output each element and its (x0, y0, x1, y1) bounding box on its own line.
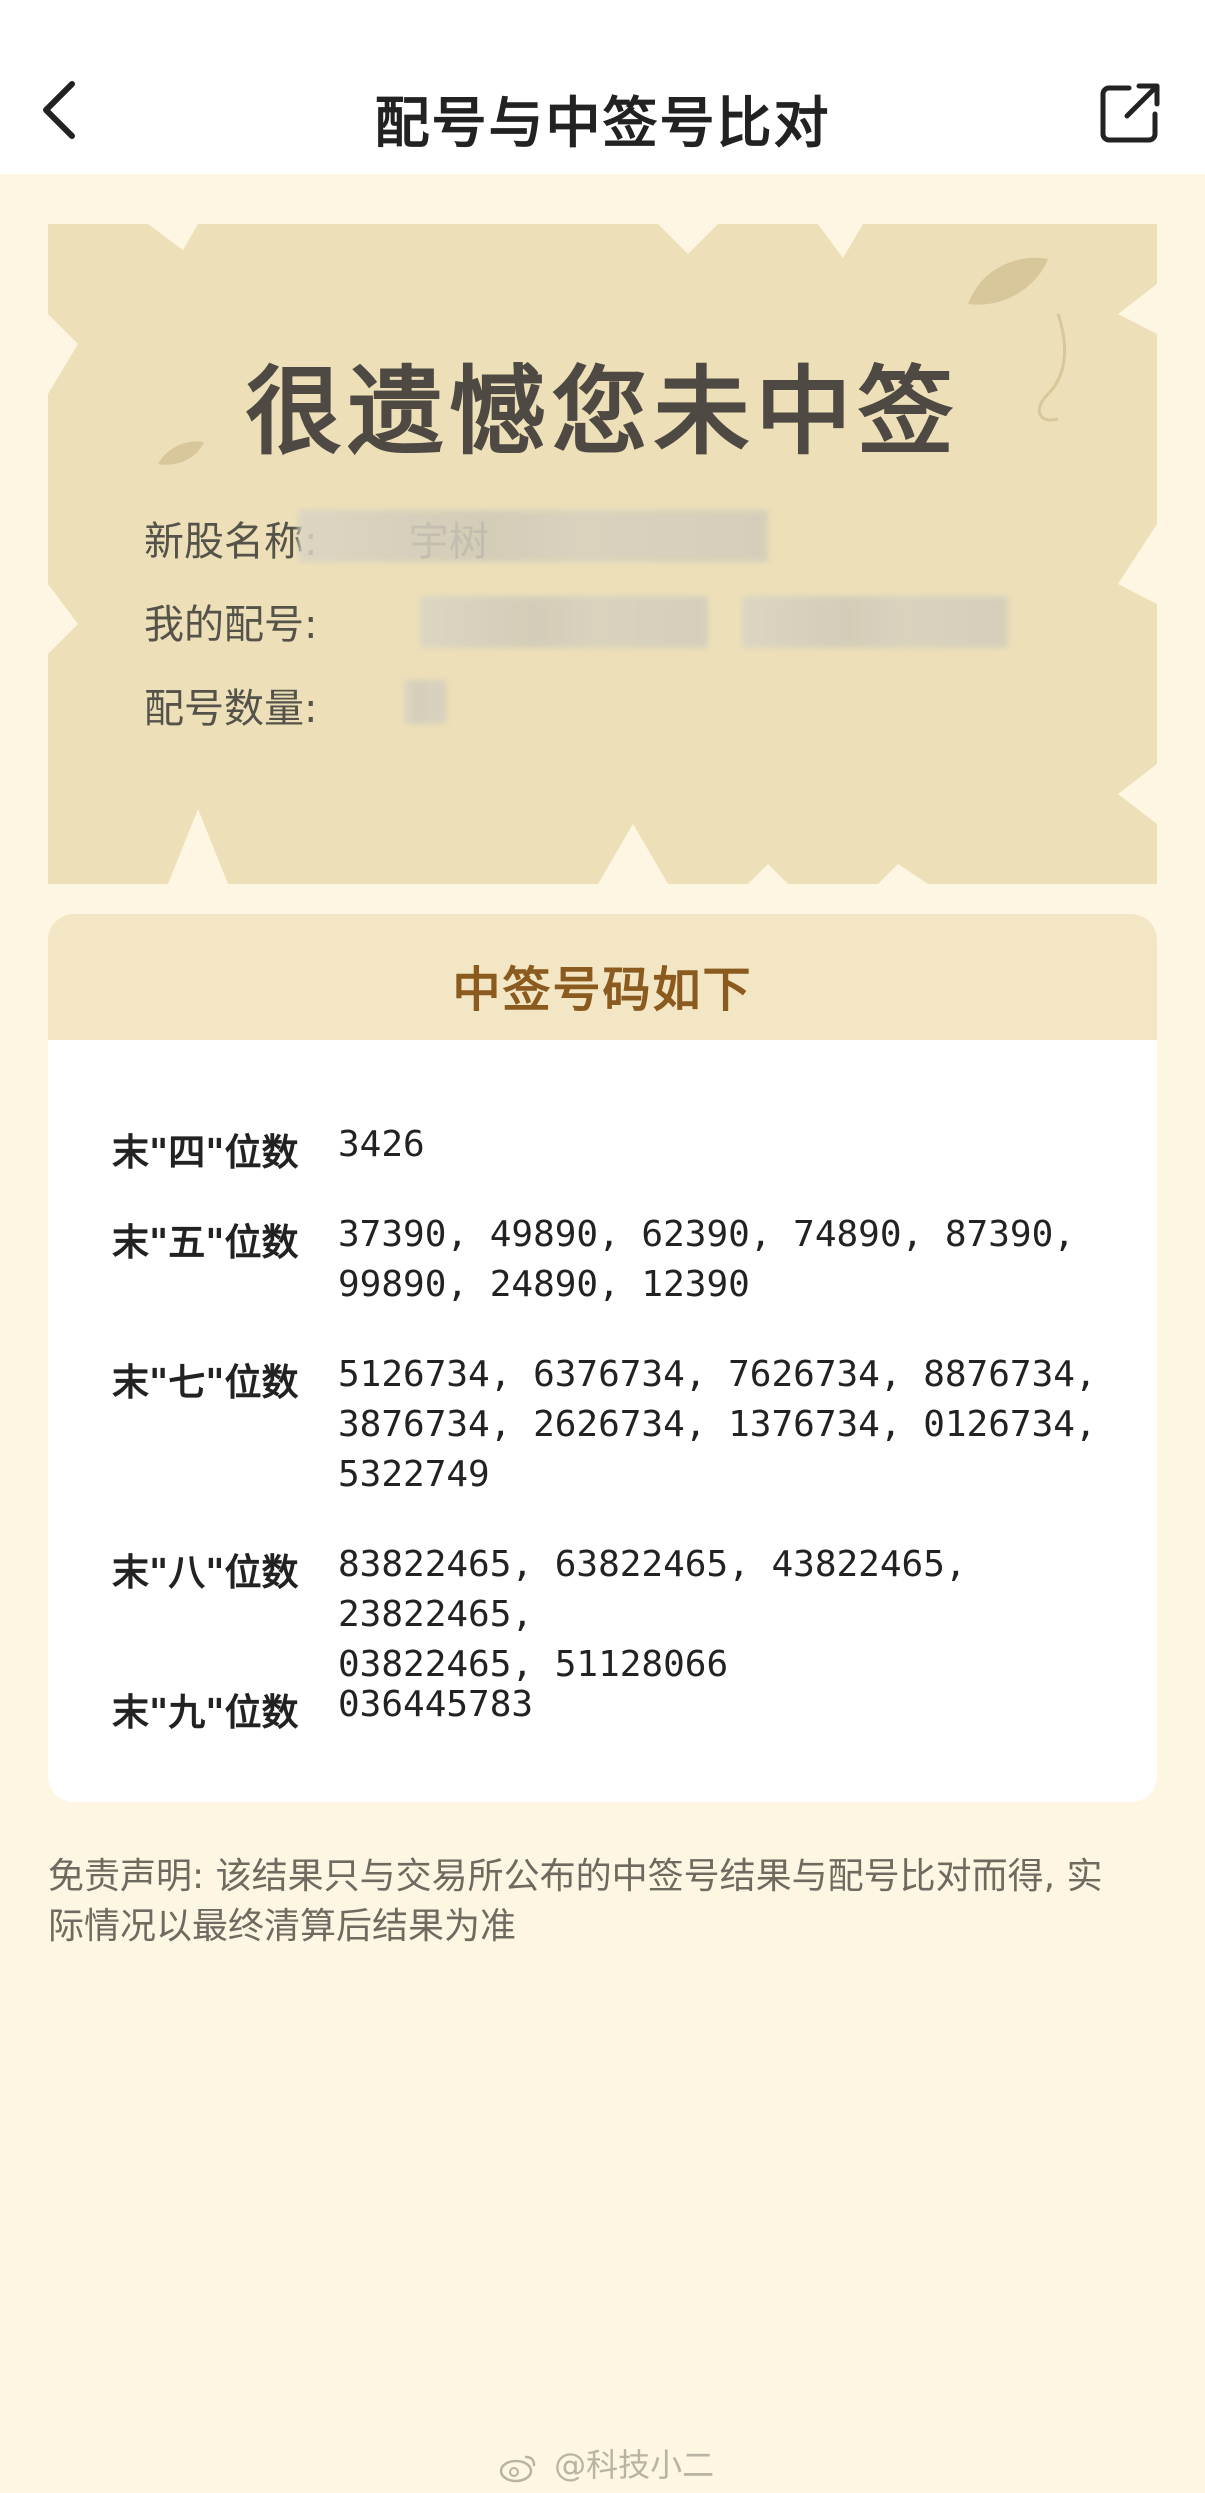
number-line: 3876734, 2626734, 1376734, 0126734, (338, 1404, 1097, 1445)
row-label-8: 末"八"位数 (112, 1551, 299, 1594)
row-label-4: 末"四"位数 (112, 1131, 299, 1174)
my-allotment-row: 我的配号: (144, 592, 400, 650)
allotment-count-blur (404, 680, 446, 724)
row-value-5: 37390, 49890, 62390, 74890, 87390, 99890… (338, 1210, 1138, 1310)
number-line: 99890, 24890, 12390 (338, 1264, 750, 1305)
winning-panel-header: 中签号码如下 (48, 914, 1157, 1040)
number-line: 3426 (338, 1124, 425, 1165)
page-title: 配号与中签号比对 (374, 91, 831, 155)
stock-name-blur (298, 510, 768, 562)
row-value-4: 3426 (338, 1120, 1138, 1170)
row-label-5: 末"五"位数 (112, 1221, 299, 1264)
my-allotment-blur (420, 596, 708, 648)
disclaimer-line: 际情况以最终清算后结果为准 (48, 1906, 517, 1947)
number-line: 5126734, 6376734, 7626734, 8876734, (338, 1354, 1097, 1395)
weibo-icon (499, 2455, 536, 2483)
result-card: 很遗憾您未中签 新股名称: 宇树 我的配号: 配号数量: (48, 224, 1157, 884)
row-label-7: 末"七"位数 (112, 1361, 299, 1404)
watermark-text: @科技小二 (554, 2446, 715, 2484)
row-value-9: 036445783 (338, 1680, 1138, 1730)
share-button[interactable] (1095, 78, 1165, 148)
number-line: 5322749 (338, 1454, 490, 1495)
disclaimer-text: 免责声明: 该结果只与交易所公布的中签号结果与配号比对而得, 实 际情况以最终清… (48, 1852, 1157, 1952)
my-allotment-label: 我的配号: (144, 602, 318, 648)
winning-panel-title: 中签号码如下 (452, 962, 753, 1018)
number-line: 83822465, 63822465, 43822465, 23822465, (338, 1544, 967, 1635)
row-value-7: 5126734, 6376734, 7626734, 8876734, 3876… (338, 1350, 1138, 1500)
allotment-count-label: 配号数量: (144, 686, 318, 732)
allotment-count-row: 配号数量: (144, 676, 400, 734)
number-line: 036445783 (338, 1684, 534, 1725)
top-nav-bar: 配号与中签号比对 (0, 0, 1205, 174)
share-external-icon (1100, 83, 1160, 143)
result-headline: 很遗憾您未中签 (245, 356, 960, 468)
row-label-9: 末"九"位数 (112, 1691, 299, 1734)
disclaimer-line: 免责声明: 该结果只与交易所公布的中签号结果与配号比对而得, 实 (48, 1856, 1103, 1897)
watermark: @科技小二 (498, 2440, 714, 2486)
number-line: 37390, 49890, 62390, 74890, 87390, (338, 1214, 1075, 1255)
winning-numbers-panel: 中签号码如下 末"四"位数 3426 末"五"位数 37390, 49890, … (48, 914, 1157, 1802)
my-allotment-blur-2 (742, 596, 1008, 648)
row-value-8: 83822465, 63822465, 43822465, 23822465, … (338, 1540, 1138, 1690)
